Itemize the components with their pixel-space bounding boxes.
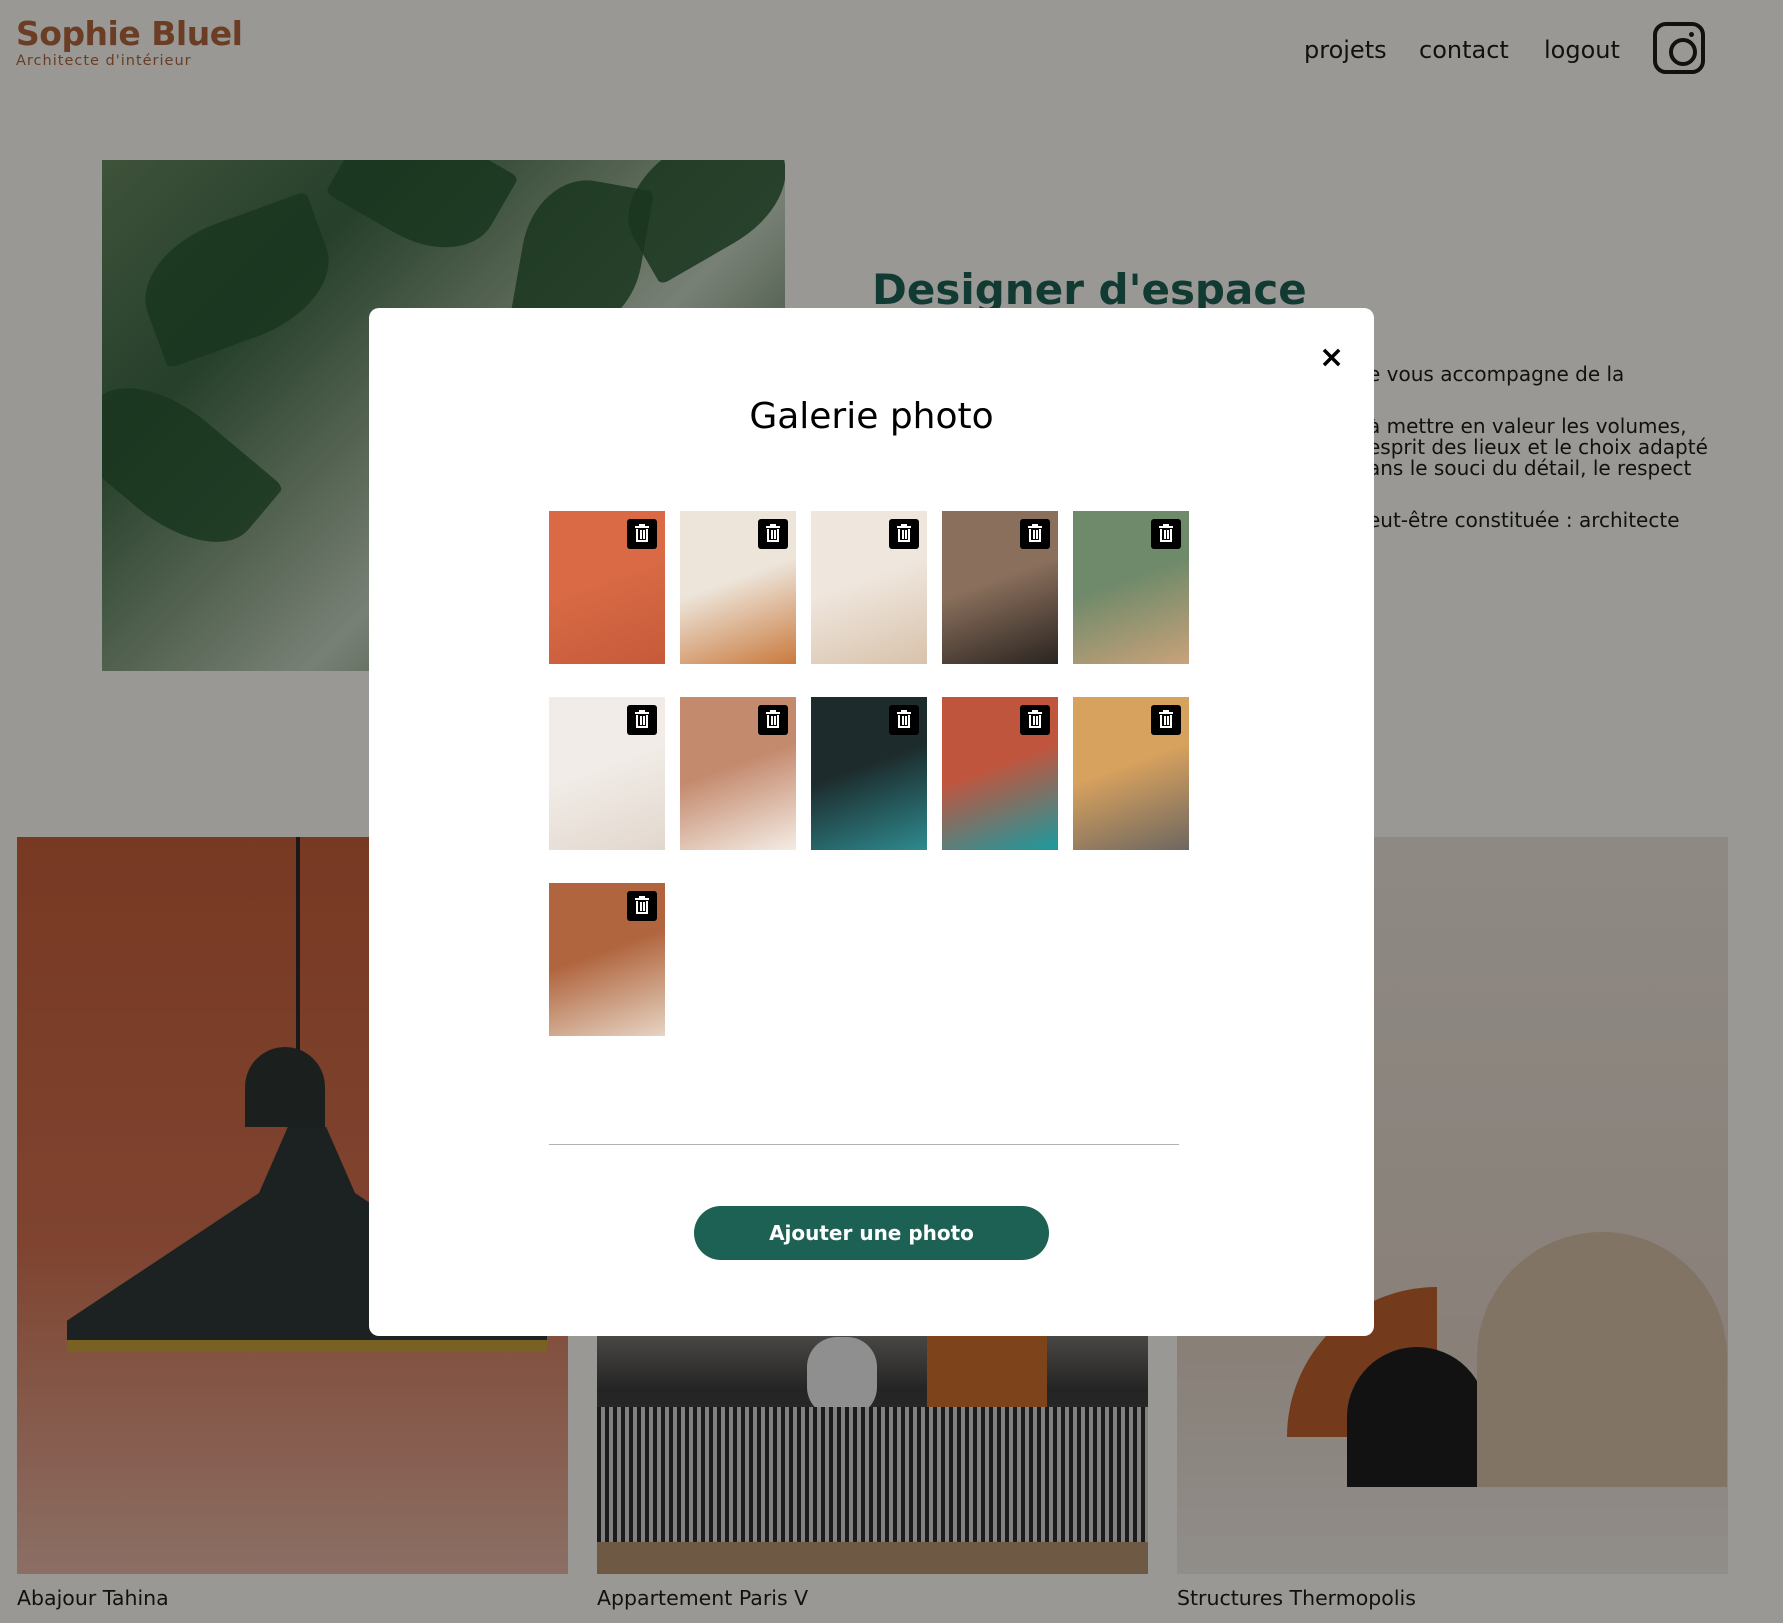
trash-icon[interactable]	[889, 519, 919, 549]
gallery-thumbnail[interactable]	[680, 697, 796, 850]
gallery-thumbnail[interactable]	[549, 697, 665, 850]
modal-title: Galerie photo	[749, 396, 994, 437]
gallery-thumbnail[interactable]	[1073, 697, 1189, 850]
trash-icon[interactable]	[1020, 705, 1050, 735]
trash-icon[interactable]	[758, 705, 788, 735]
add-photo-button[interactable]: Ajouter une photo	[694, 1206, 1049, 1260]
gallery-thumbnail[interactable]	[549, 511, 665, 664]
trash-icon[interactable]	[1151, 519, 1181, 549]
trash-icon[interactable]	[627, 891, 657, 921]
gallery-thumbnail[interactable]	[811, 511, 927, 664]
gallery-modal: × Galerie photo Ajouter une photo	[369, 308, 1374, 1336]
trash-icon[interactable]	[889, 705, 919, 735]
modal-divider	[549, 1144, 1179, 1145]
trash-icon[interactable]	[1020, 519, 1050, 549]
gallery-thumbnail[interactable]	[680, 511, 796, 664]
close-icon[interactable]: ×	[1319, 340, 1344, 375]
gallery-thumbnail[interactable]	[942, 511, 1058, 664]
trash-icon[interactable]	[758, 519, 788, 549]
gallery-thumbnail[interactable]	[549, 883, 665, 1036]
gallery-thumbnail[interactable]	[1073, 511, 1189, 664]
gallery-thumbnail[interactable]	[811, 697, 927, 850]
trash-icon[interactable]	[1151, 705, 1181, 735]
trash-icon[interactable]	[627, 705, 657, 735]
trash-icon[interactable]	[627, 519, 657, 549]
gallery-thumbnail[interactable]	[942, 697, 1058, 850]
